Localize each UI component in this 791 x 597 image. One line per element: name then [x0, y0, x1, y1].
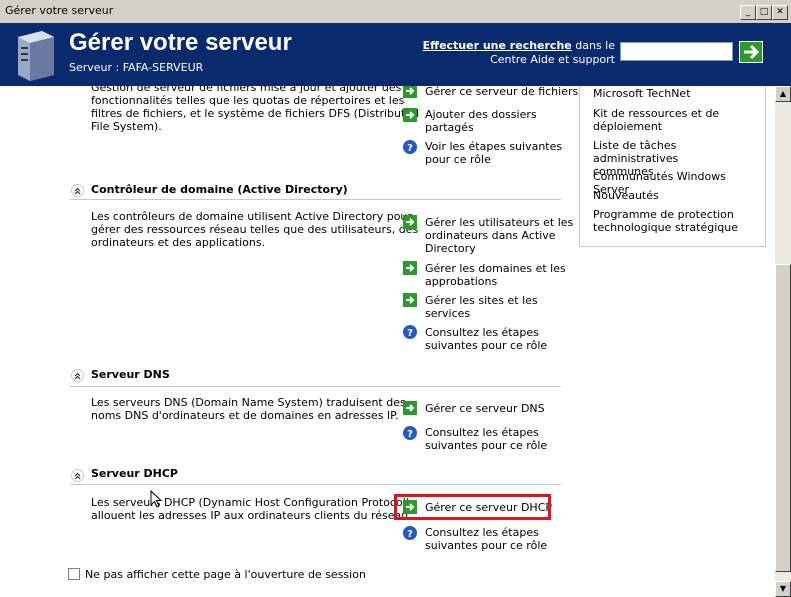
- dont-show-checkbox[interactable]: [68, 568, 80, 580]
- link-files-next-steps[interactable]: Voir les étapes suivantes pour ce rôle: [425, 140, 562, 166]
- dont-show-label[interactable]: Ne pas afficher cette page à l'ouverture…: [85, 568, 366, 581]
- link-dhcp-next-steps[interactable]: Consultez les étapes suivantes pour ce rô…: [425, 526, 547, 552]
- green-arrow-icon: [403, 108, 417, 122]
- scroll-thumb[interactable]: [775, 264, 791, 572]
- section-title-dc: Contrôleur de domaine (Active Directory): [91, 183, 348, 196]
- scroll-up-button[interactable]: ▲: [775, 86, 791, 102]
- scroll-down-button[interactable]: ▼: [775, 581, 791, 597]
- header-banner: Gérer votre serveur Serveur : FAFA-SERVE…: [0, 23, 791, 86]
- svg-text:?: ?: [407, 143, 413, 154]
- arrow-right-icon: [744, 44, 760, 60]
- resource-link-resource-kit[interactable]: Kit de ressources et de déploiement: [593, 107, 758, 133]
- chevron-up-icon: [74, 472, 81, 480]
- help-icon: ?: [403, 526, 417, 540]
- link-manage-sites[interactable]: Gérer les sites et les services: [425, 294, 538, 320]
- resource-link-technet[interactable]: Microsoft TechNet: [593, 87, 758, 100]
- search-label-line2: Centre Aide et support: [490, 53, 615, 66]
- help-icon: ?: [403, 325, 417, 339]
- link-manage-domains[interactable]: Gérer les domaines et les approbations: [425, 262, 566, 288]
- server-name: Serveur : FAFA-SERVEUR: [69, 61, 204, 74]
- search-input[interactable]: [620, 42, 733, 61]
- green-arrow-icon: [403, 261, 417, 275]
- section-title-dns: Serveur DNS: [91, 368, 170, 381]
- divider: [70, 484, 561, 485]
- svg-text:?: ?: [407, 328, 413, 339]
- help-icon: ?: [403, 140, 417, 154]
- collapse-dns-button[interactable]: [71, 369, 84, 382]
- green-arrow-icon: [403, 215, 417, 229]
- search-label-rest: dans le: [571, 39, 615, 52]
- maximize-button[interactable]: □: [756, 5, 772, 20]
- vertical-scrollbar[interactable]: ▲ ▼: [775, 86, 791, 597]
- server-icon: [18, 31, 54, 81]
- search-go-button[interactable]: [739, 41, 763, 63]
- link-manage-dns[interactable]: Gérer ce serveur DNS: [425, 402, 545, 415]
- dhcp-desc: Les serveurs DHCP (Dynamic Host Configur…: [91, 496, 412, 522]
- resource-link-protection-program[interactable]: Programme de protection technologique str…: [593, 208, 758, 234]
- link-dc-next-steps[interactable]: Consultez les étapes suivantes pour ce rô…: [425, 326, 547, 352]
- search-label: Effectuer une recherche dans le Centre A…: [420, 39, 615, 67]
- divider: [70, 199, 561, 200]
- collapse-dhcp-button[interactable]: [71, 469, 84, 482]
- mouse-cursor-icon: [150, 490, 162, 508]
- close-button[interactable]: ✕: [772, 5, 788, 20]
- divider: [70, 386, 561, 387]
- link-add-shared-folders[interactable]: Ajouter des dossiers partagés: [425, 108, 537, 134]
- green-arrow-icon: [403, 401, 417, 415]
- link-dns-next-steps[interactable]: Consultez les étapes suivantes pour ce rô…: [425, 426, 547, 452]
- chevron-up-icon: [74, 372, 81, 380]
- window-title: Gérer votre serveur: [5, 4, 114, 17]
- window-title-bar: Gérer votre serveur _ □ ✕: [0, 0, 791, 24]
- page-title: Gérer votre serveur: [69, 29, 292, 56]
- section-title-dhcp: Serveur DHCP: [91, 467, 178, 480]
- dns-desc: Les serveurs DNS (Domain Name System) tr…: [91, 396, 406, 422]
- minimize-button[interactable]: _: [740, 5, 756, 20]
- svg-text:?: ?: [407, 529, 413, 540]
- green-arrow-icon: [403, 86, 417, 98]
- green-arrow-icon: [403, 293, 417, 307]
- svg-text:?: ?: [407, 429, 413, 440]
- highlight-box: [394, 494, 551, 520]
- files-desc: Gestion de serveur de fichiers mise à jo…: [91, 86, 420, 133]
- collapse-dc-button[interactable]: [71, 184, 84, 197]
- content-area: Gestion de serveur de fichiers mise à jo…: [0, 86, 775, 597]
- resources-panel: Microsoft TechNet Kit de ressources et d…: [579, 86, 766, 247]
- link-manage-ad-users[interactable]: Gérer les utilisateurs et les ordinateurs…: [425, 216, 573, 255]
- resource-link-whats-new[interactable]: Nouveautés: [593, 189, 758, 202]
- link-manage-file-server[interactable]: Gérer ce serveur de fichiers: [425, 86, 578, 98]
- search-link-bold[interactable]: Effectuer une recherche: [423, 39, 572, 52]
- chevron-up-icon: [74, 187, 81, 195]
- dc-desc: Les contrôleurs de domaine utilisent Act…: [91, 210, 419, 249]
- help-icon: ?: [403, 426, 417, 440]
